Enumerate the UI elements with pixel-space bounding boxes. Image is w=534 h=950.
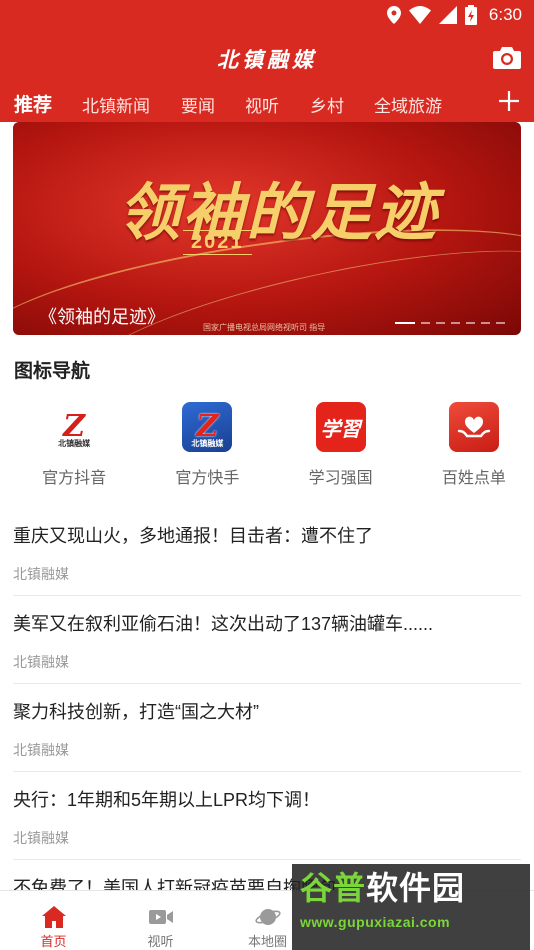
battery-icon [464,5,477,25]
carousel-dot[interactable] [421,322,430,324]
list-item[interactable]: 美军又在叙利亚偷石油！这次出动了137辆油罐车...... 北镇融媒 [13,596,521,684]
icon-nav-title: 图标导航 [14,361,91,382]
app-title: 北镇融媒 [217,47,317,72]
carousel-dot[interactable] [496,322,505,324]
carousel-dot[interactable] [466,322,475,324]
news-headline: 聚力科技创新，打造“国之大材” [13,702,259,722]
beizhen-logo-icon: Z 北镇融媒 [49,402,100,452]
news-headline: 美军又在叙利亚偷石油！这次出动了137辆油罐车...... [13,614,434,634]
list-item[interactable]: 央行：1年期和5年期以上LPR均下调！ 北镇融媒 [13,772,521,860]
tab-countryside[interactable]: 乡村 [310,86,344,117]
app-bar: 北镇融媒 [0,30,534,86]
heart-hands-icon [448,402,499,452]
carousel-dot[interactable] [481,322,490,324]
nav-item-label: 官方抖音 [42,470,107,487]
carousel-dot[interactable] [436,322,445,324]
location-icon [386,6,401,24]
bottom-nav-home[interactable]: 首页 [0,891,107,950]
news-source: 北镇融媒 [13,830,69,846]
carousel-dot[interactable] [451,322,460,324]
banner-credit: 国家广播电视总局网络视听司 指导 [203,323,326,332]
news-source: 北镇融媒 [13,654,69,670]
news-source: 北镇融媒 [13,742,69,758]
news-headline: 重庆又现山火，多地通报！目击者：遭不住了 [13,526,373,546]
list-item[interactable]: 聚力科技创新，打造“国之大材” 北镇融媒 [13,684,521,772]
wifi-icon [408,6,431,24]
banner-art-title: 领袖的足迹 [118,176,439,249]
watermark-url: www.gupuxiazai.com [300,914,451,930]
bottom-nav-label: 首页 [40,934,67,949]
nav-item-kuaishou[interactable]: Z 北镇融媒 官方快手 [147,402,267,492]
status-bar: 6:30 [0,0,534,30]
tab-recommend[interactable]: 推荐 [14,86,52,126]
nav-item-label: 百姓点单 [441,470,506,487]
nav-item-label: 学习强国 [308,470,373,487]
nav-item-douyin[interactable]: Z 北镇融媒 官方抖音 [14,402,134,492]
nav-item-label: 官方快手 [175,470,240,487]
banner-caption: 《领袖的足迹》 [39,307,165,327]
banner-carousel[interactable]: 领袖的足迹 2021 《领袖的足迹》 国家广播电视总局网络视听司 指导 [13,122,521,335]
tab-tourism[interactable]: 全域旅游 [374,86,442,117]
tab-headlines[interactable]: 要闻 [181,86,215,117]
signal-icon [438,6,457,24]
bottom-nav-label: 本地圈 [247,934,287,949]
home-icon [41,906,66,928]
planet-icon [254,909,281,925]
icon-nav: Z 北镇融媒 官方抖音 Z 北镇融媒 官方快手 学習 学习强国 百姓点单 [0,402,534,492]
carousel-dot[interactable] [395,322,415,324]
bottom-nav-video[interactable]: 视听 [107,891,214,950]
channel-tabs: 推荐 北镇新闻 要闻 视听 乡村 全域旅游 [0,86,534,126]
watermark-brand-b: 软件园 [366,870,466,906]
add-channel-icon[interactable] [498,90,520,112]
beizhen-logo-icon: Z 北镇融媒 [182,402,233,452]
carousel-indicator [395,322,505,324]
nav-item-baixing[interactable]: 百姓点单 [414,402,534,492]
xuexi-icon: 学習 [315,402,366,452]
banner-art-year: 2021 [183,230,252,255]
tab-beizhen-news[interactable]: 北镇新闻 [82,86,150,117]
status-time: 6:30 [488,5,522,24]
video-icon [148,910,173,924]
news-source: 北镇融媒 [13,566,69,582]
watermark-brand-a: 谷普 [300,870,367,906]
tab-audio-video[interactable]: 视听 [245,86,279,117]
list-item[interactable]: 重庆又现山火，多地通报！目击者：遭不住了 北镇融媒 [13,508,521,596]
bottom-nav-label: 视听 [147,934,174,949]
nav-item-xuexi[interactable]: 学習 学习强国 [281,402,401,492]
site-watermark: 谷普软件园 www.gupuxiazai.com [292,864,530,950]
news-headline: 央行：1年期和5年期以上LPR均下调！ [13,790,321,810]
camera-icon[interactable] [492,42,522,72]
